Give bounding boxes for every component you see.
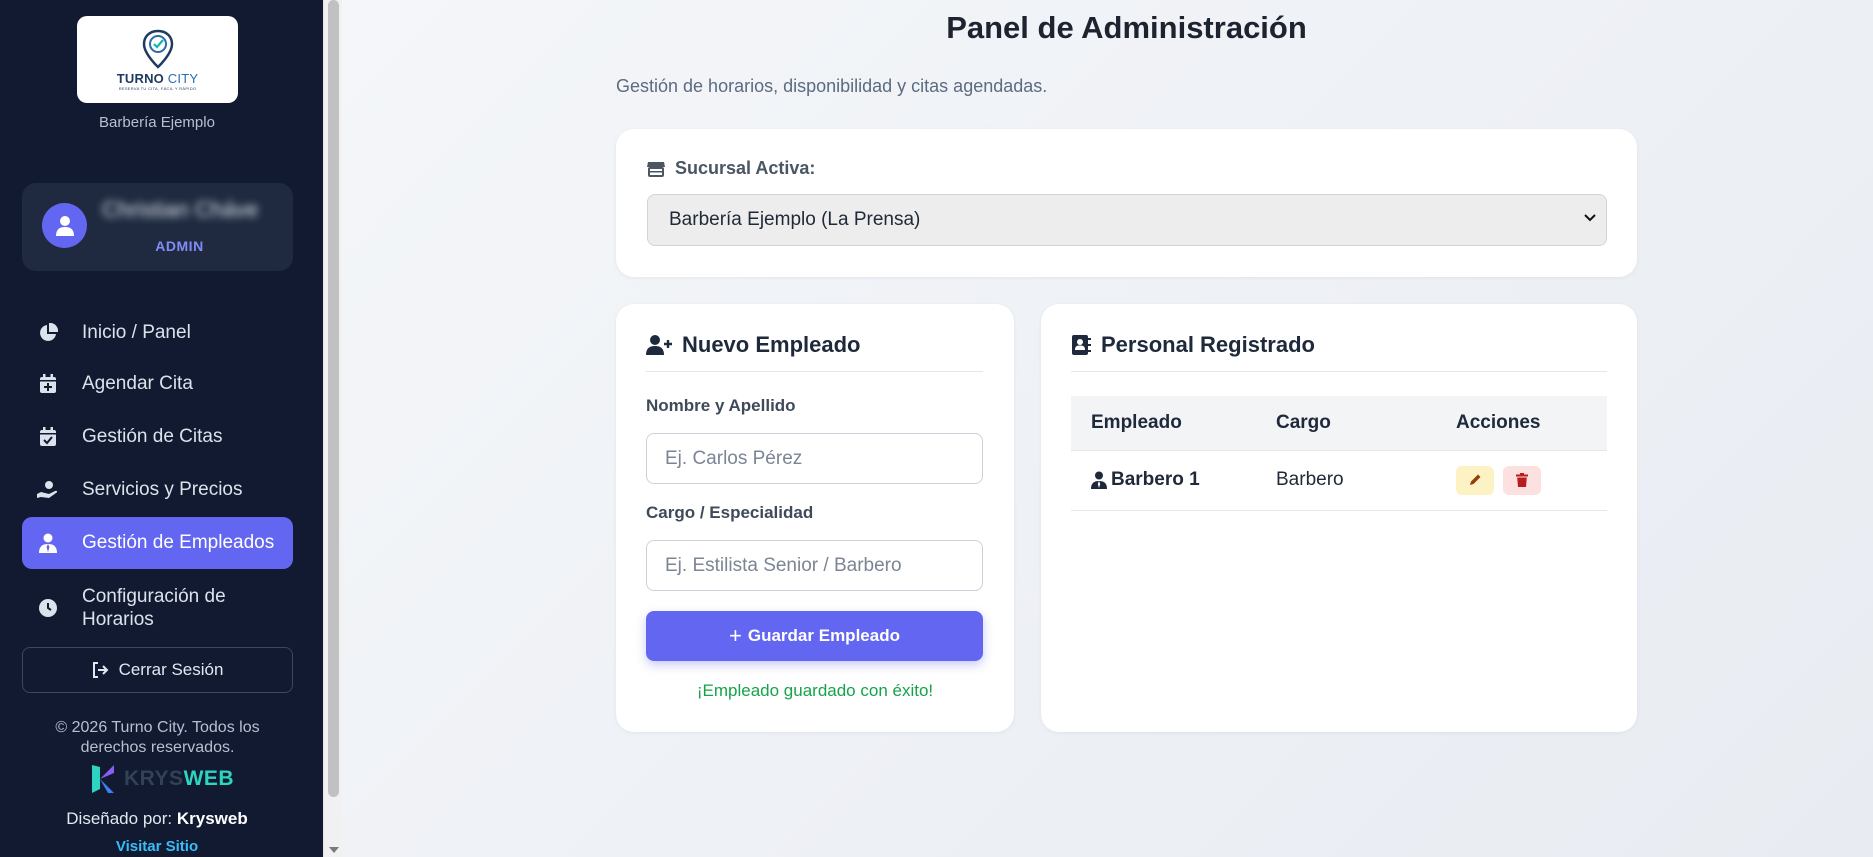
business-name: Barbería Ejemplo xyxy=(99,114,215,131)
name-label: Nombre y Apellido xyxy=(646,396,796,415)
staff-card: Personal Registrado Empleado Cargo Accio… xyxy=(1041,304,1637,732)
employee-name: Barbero 1 xyxy=(1111,469,1200,490)
scroll-thumb[interactable] xyxy=(328,0,339,797)
success-message: ¡Empleado guardado con éxito! xyxy=(696,681,934,700)
logo-tagline: RESERVA TU CITA, FÁCIL Y RÁPIDO xyxy=(118,85,197,91)
page-subtitle: Gestión de horarios, disponibilidad y ci… xyxy=(616,76,1048,96)
sidebar-scrollbar[interactable] xyxy=(323,0,342,857)
branch-label: Sucursal Activa: xyxy=(647,158,815,179)
edit-button[interactable] xyxy=(1456,465,1494,495)
column-header: Acciones xyxy=(1456,396,1607,451)
avatar xyxy=(42,203,87,248)
divider xyxy=(1071,371,1607,372)
delete-button[interactable] xyxy=(1503,465,1542,495)
trash-icon xyxy=(1516,473,1529,487)
copyright-text: © 2026 Turno City. Todos los derechos re… xyxy=(55,719,260,756)
nav-item-gestion-empleados[interactable]: Gestión de Empleados xyxy=(22,517,293,569)
divider xyxy=(646,371,983,372)
chevron-down-icon xyxy=(1584,214,1596,222)
user-card: Christian Chávez ADMIN xyxy=(22,183,293,271)
role-label: Cargo / Especialidad xyxy=(646,503,814,522)
staff-title: Personal Registrado xyxy=(1071,332,1315,358)
scroll-down-arrow-icon[interactable] xyxy=(329,847,339,853)
user-icon xyxy=(55,215,74,236)
location-pin-icon xyxy=(142,29,173,69)
logout-button[interactable]: Cerrar Sesión xyxy=(22,647,293,693)
sign-out-icon xyxy=(92,662,109,678)
new-employee-title: Nuevo Empleado xyxy=(646,332,860,358)
actions-cell xyxy=(1456,450,1607,511)
user-name: Christian Chávez xyxy=(102,197,257,222)
column-header: Empleado xyxy=(1071,396,1276,451)
nav-item-configuracion-horarios[interactable]: Configuración de Horarios xyxy=(22,577,293,639)
nav-label: Agendar Cita xyxy=(82,373,193,394)
user-tie-icon xyxy=(1091,471,1107,489)
table-row: Barbero 1 Barbero xyxy=(1071,450,1607,511)
nav-item-inicio[interactable]: Inicio / Panel xyxy=(22,307,293,359)
staff-table: Empleado Cargo Acciones Barbero 1 Barber… xyxy=(1071,396,1607,511)
pie-chart-icon xyxy=(36,321,60,345)
pencil-icon xyxy=(1470,474,1481,485)
plus-icon: + xyxy=(729,623,742,648)
krysweb-k-icon xyxy=(92,765,114,793)
krysweb-logo: KRYS WEB xyxy=(88,761,234,797)
nav-item-agendar-cita[interactable]: Agendar Cita xyxy=(22,358,293,410)
calendar-plus-icon xyxy=(36,372,60,396)
nav-label: Configuración de Horarios xyxy=(82,586,226,630)
nav-label: Servicios y Precios xyxy=(82,479,243,500)
new-employee-card: Nuevo Empleado Nombre y Apellido Cargo /… xyxy=(616,304,1014,732)
visit-site-link[interactable]: Visitar Sitio xyxy=(0,838,314,855)
column-header: Cargo xyxy=(1276,396,1456,451)
branch-selected-value: Barbería Ejemplo (La Prensa) xyxy=(669,209,921,230)
nav-label: Gestión de Citas xyxy=(82,426,223,447)
address-book-icon xyxy=(1071,334,1091,356)
main-content: Panel de Administración Gestión de horar… xyxy=(342,0,1873,857)
nav-label: Gestión de Empleados xyxy=(82,532,275,553)
save-employee-button[interactable]: + Guardar Empleado xyxy=(646,611,983,661)
store-icon xyxy=(647,161,665,177)
logout-label: Cerrar Sesión xyxy=(118,660,224,679)
user-plus-icon xyxy=(646,334,672,356)
employee-cell: Barbero 1 xyxy=(1091,469,1276,491)
employee-role: Barbero xyxy=(1276,450,1456,511)
clock-icon xyxy=(36,596,60,620)
branch-select[interactable]: Barbería Ejemplo (La Prensa) xyxy=(647,194,1607,246)
calendar-check-icon xyxy=(36,425,60,449)
krysweb-word-1: KRYS xyxy=(124,767,184,790)
user-tie-icon xyxy=(36,531,60,555)
nav-item-gestion-citas[interactable]: Gestión de Citas xyxy=(22,411,293,463)
sidebar: TURNO CITY RESERVA TU CITA, FÁCIL Y RÁPI… xyxy=(0,0,323,857)
designed-by: Diseñado por: Krysweb xyxy=(66,809,248,828)
hand-holding-icon xyxy=(36,478,60,502)
page-title: Panel de Administración xyxy=(946,10,1307,45)
user-role-badge: ADMIN xyxy=(155,238,204,254)
employee-role-input[interactable] xyxy=(646,540,983,591)
branch-card: Sucursal Activa: Barbería Ejemplo (La Pr… xyxy=(616,129,1637,277)
table-header-row: Empleado Cargo Acciones xyxy=(1071,396,1607,451)
krysweb-word-2: WEB xyxy=(183,767,235,790)
employee-name-input[interactable] xyxy=(646,433,983,484)
logo-wordmark: TURNO CITY xyxy=(116,70,199,86)
turno-city-logo[interactable]: TURNO CITY RESERVA TU CITA, FÁCIL Y RÁPI… xyxy=(77,16,238,103)
nav-item-servicios-precios[interactable]: Servicios y Precios xyxy=(22,464,293,516)
nav-label: Inicio / Panel xyxy=(82,322,191,343)
